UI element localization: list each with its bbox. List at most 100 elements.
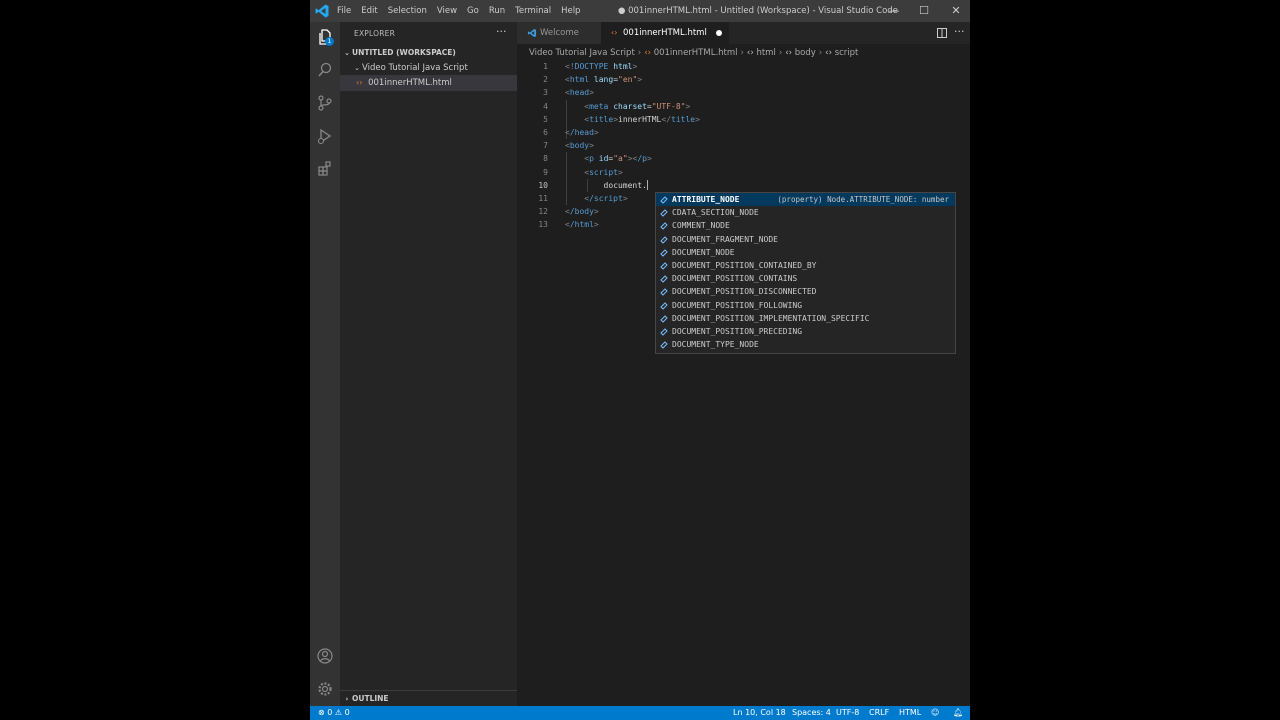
line-number: 2 xyxy=(543,75,548,85)
line-ending[interactable]: CRLF xyxy=(869,706,889,720)
text-cursor xyxy=(646,180,648,191)
settings-gear-icon xyxy=(318,682,332,696)
manage-activity[interactable] xyxy=(310,674,340,704)
account-icon xyxy=(317,648,333,664)
editor-tabs: Welcome ‹› 001innerHTML.html ··· xyxy=(517,22,970,44)
code-line: </head> xyxy=(565,128,599,137)
suggestion-item[interactable]: DOCUMENT_POSITION_FOLLOWING xyxy=(656,299,955,312)
language-mode[interactable]: HTML xyxy=(899,706,921,720)
code-line: </html> xyxy=(565,220,599,230)
property-icon xyxy=(660,222,668,231)
folder-label: Video Tutorial Java Script xyxy=(362,63,468,73)
title-bar: File Edit Selection View Go Run Terminal… xyxy=(310,0,970,22)
property-icon xyxy=(660,288,668,297)
outline-section[interactable]: › OUTLINE xyxy=(340,690,517,707)
run-debug-activity[interactable] xyxy=(310,121,340,151)
split-editor-icon[interactable] xyxy=(937,28,947,38)
encoding[interactable]: UTF-8 xyxy=(836,706,859,720)
breadcrumb-folder[interactable]: Video Tutorial Java Script xyxy=(529,48,635,58)
line-number: 12 xyxy=(538,207,548,217)
extensions-icon xyxy=(318,161,331,176)
line-number: 7 xyxy=(543,141,548,151)
run-debug-icon xyxy=(317,128,332,145)
code-editor[interactable]: 1 <!DOCTYPE html> 2 <html lang="en"> 3 <… xyxy=(517,60,970,706)
search-activity[interactable] xyxy=(310,55,340,85)
property-icon xyxy=(660,275,668,283)
suggestion-item[interactable]: DOCUMENT_TYPE_NODE xyxy=(656,338,955,351)
menu-run[interactable]: Run xyxy=(484,0,510,22)
chevron-right-icon: › xyxy=(818,48,823,58)
menu-edit[interactable]: Edit xyxy=(356,0,382,22)
code-line: <html lang="en"> xyxy=(565,75,643,85)
breadcrumb: Video Tutorial Java Script › ‹› 001innerHT… xyxy=(529,46,858,60)
outline-label: OUTLINE xyxy=(352,694,389,703)
suggestion-item[interactable]: DOCUMENT_NODE xyxy=(656,246,955,259)
status-bar: ⊗ 0 ⚠ 0 Ln 10, Col 18 Spaces: 4 UTF-8 CR… xyxy=(310,706,970,720)
breadcrumb-body[interactable]: body xyxy=(795,48,816,58)
suggestion-item[interactable]: ATTRIBUTE_NODE (property) Node.ATTRIBUTE… xyxy=(656,193,955,207)
close-button[interactable]: ✕ xyxy=(940,0,970,22)
menu-go[interactable]: Go xyxy=(462,0,484,22)
suggestion-item[interactable]: CDATA_SECTION_NODE xyxy=(656,206,955,219)
menu-file[interactable]: File xyxy=(332,0,356,22)
notifications-bell-icon[interactable]: 🔔︎ xyxy=(953,706,963,720)
code-line-current: document. xyxy=(603,180,648,191)
chevron-right-icon: › xyxy=(637,48,642,58)
folder-item[interactable]: ⌄ Video Tutorial Java Script xyxy=(340,60,517,76)
error-icon: ⊗ xyxy=(318,708,325,717)
line-number: 9 xyxy=(543,167,548,177)
maximize-button[interactable]: ☐ xyxy=(908,0,940,22)
problems-indicator[interactable]: ⊗ 0 ⚠ 0 xyxy=(318,706,350,720)
line-number: 4 xyxy=(543,101,548,111)
suggestion-item[interactable]: DOCUMENT_FRAGMENT_NODE xyxy=(656,233,955,246)
code-line: <body> xyxy=(565,141,594,151)
tab-welcome[interactable]: Welcome xyxy=(517,22,601,44)
cursor-position[interactable]: Ln 10, Col 18 xyxy=(733,706,786,720)
line-number: 11 xyxy=(538,194,548,203)
extensions-activity[interactable] xyxy=(310,154,340,184)
indentation[interactable]: Spaces: 4 xyxy=(792,706,831,720)
activity-bar: 1 xyxy=(310,22,340,706)
vscode-logo-icon xyxy=(527,28,537,38)
editor-more-button[interactable]: ··· xyxy=(954,25,965,38)
feedback-icon[interactable]: ☺ xyxy=(931,706,939,720)
property-icon xyxy=(660,235,668,244)
breadcrumb-file[interactable]: 001innerHTML.html xyxy=(654,48,738,58)
window-title: ● 001innerHTML.html - Untitled (Workspac… xyxy=(618,6,898,16)
menu-help[interactable]: Help xyxy=(556,0,585,22)
explorer-activity[interactable]: 1 xyxy=(310,22,340,52)
chevron-right-icon: › xyxy=(778,48,783,58)
sidebar-title: EXPLORER xyxy=(354,29,395,38)
search-icon xyxy=(318,62,332,77)
chevron-down-icon: ⌄ xyxy=(344,49,350,57)
source-control-activity[interactable] xyxy=(310,88,340,118)
minimize-button[interactable]: — xyxy=(878,0,910,22)
code-line: <!DOCTYPE html> xyxy=(565,62,638,71)
code-line: <meta charset="UTF-8"> xyxy=(584,101,691,111)
property-icon xyxy=(660,209,668,217)
accounts-activity[interactable] xyxy=(310,641,340,671)
line-number: 8 xyxy=(543,154,548,164)
suggestion-item[interactable]: DOCUMENT_POSITION_DISCONNECTED xyxy=(656,285,955,298)
menu-view[interactable]: View xyxy=(432,0,462,22)
suggestion-item[interactable]: DOCUMENT_POSITION_IMPLEMENTATION_SPECIFI… xyxy=(656,312,955,325)
explorer-badge: 1 xyxy=(325,37,334,46)
file-item[interactable]: ‹› 001innerHTML.html xyxy=(340,75,517,91)
suggestion-item[interactable]: DOCUMENT_POSITION_CONTAINS xyxy=(656,272,955,285)
tab-file[interactable]: ‹› 001innerHTML.html xyxy=(601,22,729,44)
workspace-section[interactable]: ⌄ UNTITLED (WORKSPACE) xyxy=(340,45,517,61)
menu-terminal[interactable]: Terminal xyxy=(510,0,556,22)
suggestion-item[interactable]: DOCUMENT_POSITION_PRECEDING xyxy=(656,325,955,338)
suggestion-item[interactable]: COMMENT_NODE xyxy=(656,219,955,232)
line-number: 1 xyxy=(543,62,548,71)
more-actions-button[interactable]: ··· xyxy=(496,25,507,38)
suggestion-item[interactable]: DOCUMENT_POSITION_CONTAINED_BY xyxy=(656,259,955,272)
menu-selection[interactable]: Selection xyxy=(383,0,432,22)
breadcrumb-html[interactable]: html xyxy=(756,48,775,58)
dirty-indicator-icon[interactable] xyxy=(716,30,722,36)
html-file-icon: ‹› xyxy=(611,28,618,37)
breadcrumb-script[interactable]: script xyxy=(835,48,859,58)
html-file-icon: ‹› xyxy=(356,78,363,87)
vscode-window: File Edit Selection View Go Run Terminal… xyxy=(310,0,970,720)
html-file-icon: ‹› xyxy=(644,48,651,58)
